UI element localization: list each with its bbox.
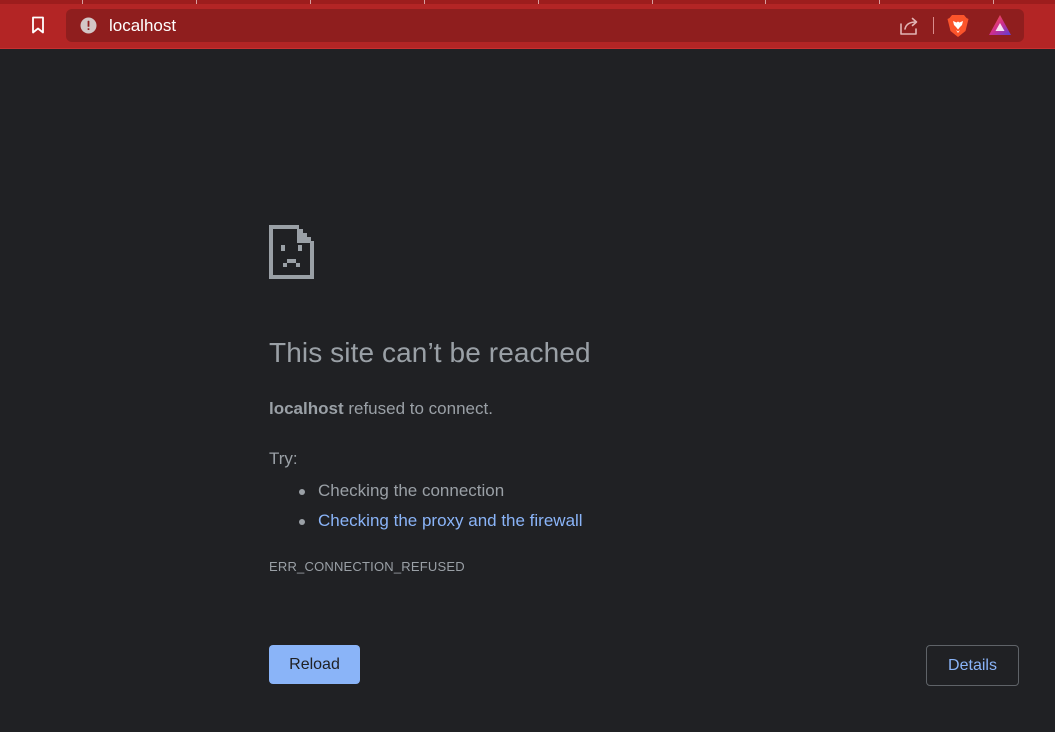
sad-document-icon (269, 225, 314, 279)
omnibox-divider (933, 17, 934, 34)
error-message-text: refused to connect. (343, 399, 493, 418)
info-icon[interactable] (80, 17, 97, 34)
error-code: ERR_CONNECTION_REFUSED (269, 559, 465, 574)
tab-separator (538, 0, 539, 4)
brave-lion-icon[interactable] (947, 14, 969, 38)
try-label: Try: (269, 449, 298, 468)
bookmark-button[interactable] (24, 12, 52, 38)
suggestion-check-connection: Checking the connection (299, 476, 583, 506)
suggestion-check-proxy[interactable]: Checking the proxy and the firewall (299, 506, 583, 536)
tab-separator (196, 0, 197, 4)
tab-separator (765, 0, 766, 4)
tab-separator (424, 0, 425, 4)
proxy-firewall-link[interactable]: Checking the proxy and the firewall (318, 511, 583, 530)
address-bar[interactable]: localhost (66, 9, 1024, 42)
error-message: localhost refused to connect. (269, 399, 493, 419)
tab-separator (82, 0, 83, 4)
tab-strip (0, 0, 1055, 4)
share-icon[interactable] (898, 15, 920, 37)
tab-separator (993, 0, 994, 4)
tab-separator (652, 0, 653, 4)
brave-rewards-icon[interactable] (988, 14, 1012, 36)
browser-toolbar: localhost (0, 0, 1055, 49)
page-title: This site can’t be reached (269, 337, 591, 368)
error-host: localhost (269, 399, 344, 418)
suggestions-list: Checking the connection Checking the pro… (269, 476, 583, 536)
details-button[interactable]: Details (926, 645, 1019, 686)
url-text[interactable]: localhost (109, 16, 176, 36)
tab-separator (310, 0, 311, 4)
reload-button[interactable]: Reload (269, 645, 360, 684)
bookmark-icon (32, 16, 44, 34)
tab-separator (879, 0, 880, 4)
